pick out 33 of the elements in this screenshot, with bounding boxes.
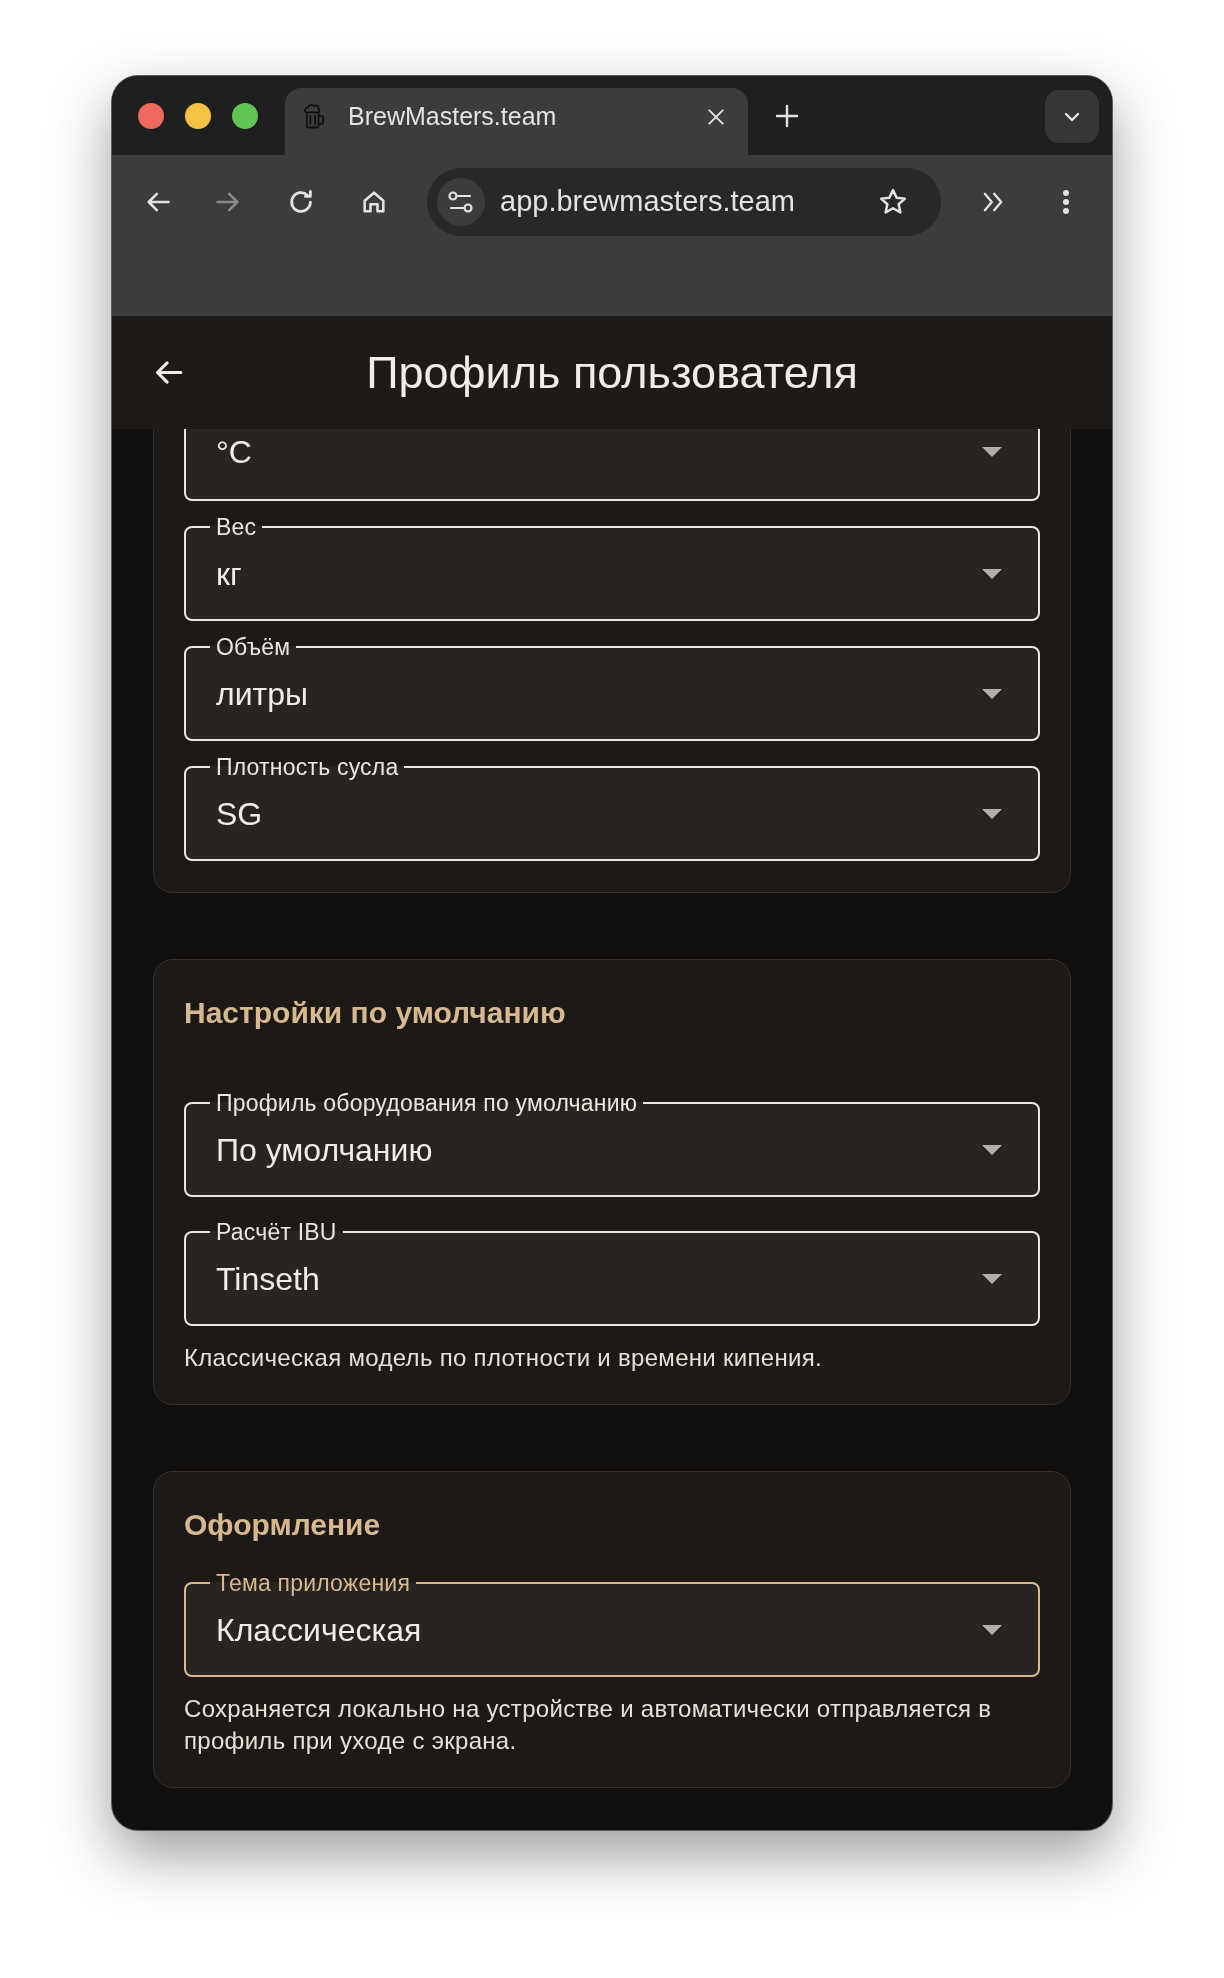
helper-text: Сохраняется локально на устройстве и автоматически отправляется в профиль при уходе с экрана. xyxy=(184,1694,993,1756)
dropdown-arrow-icon xyxy=(982,809,1002,819)
dropdown-arrow-icon xyxy=(982,1625,1002,1635)
select-field[interactable]: °C xyxy=(184,429,1040,501)
more-vertical-icon[interactable] xyxy=(1062,189,1070,215)
home-icon[interactable] xyxy=(360,188,388,216)
select-field[interactable]: Объём литры xyxy=(184,634,1040,741)
dropdown-arrow-icon xyxy=(982,1145,1002,1155)
close-icon[interactable] xyxy=(706,107,726,127)
address-bar[interactable]: app.brewmasters.team xyxy=(427,168,941,236)
select-field[interactable]: Профиль оборудования по умолчанию По умолчанию xyxy=(184,1090,1040,1197)
field-label: Расчёт IBU xyxy=(215,1219,338,1245)
field-label: Плотность сусла xyxy=(215,754,400,780)
field-label: Объём xyxy=(215,634,292,660)
zoom-window-icon[interactable] xyxy=(232,103,258,129)
minimize-window-icon[interactable] xyxy=(185,103,211,129)
field-label: Профиль оборудования по умолчанию xyxy=(215,1090,639,1116)
dropdown-arrow-icon xyxy=(982,1274,1002,1284)
close-window-icon[interactable] xyxy=(138,103,164,129)
helper-text: Классическая модель по плотности и времени кипения. xyxy=(184,1343,823,1373)
field-label: Тема приложения xyxy=(215,1570,412,1596)
dropdown-arrow-icon xyxy=(982,447,1002,457)
section-title: Настройки по умолчанию xyxy=(184,995,567,1031)
dropdown-arrow-icon xyxy=(982,689,1002,699)
dropdown-arrow-icon xyxy=(982,569,1002,579)
star-icon[interactable] xyxy=(878,187,908,217)
field-label: Вес xyxy=(215,514,258,540)
chevron-down-icon xyxy=(1063,110,1081,123)
plus-icon[interactable] xyxy=(775,104,799,128)
browser-tab[interactable]: BrewMasters.team xyxy=(285,88,748,155)
tune-icon[interactable] xyxy=(437,178,485,226)
page-title: Профиль пользователя xyxy=(366,345,858,400)
section-title: Оформление xyxy=(184,1507,382,1543)
